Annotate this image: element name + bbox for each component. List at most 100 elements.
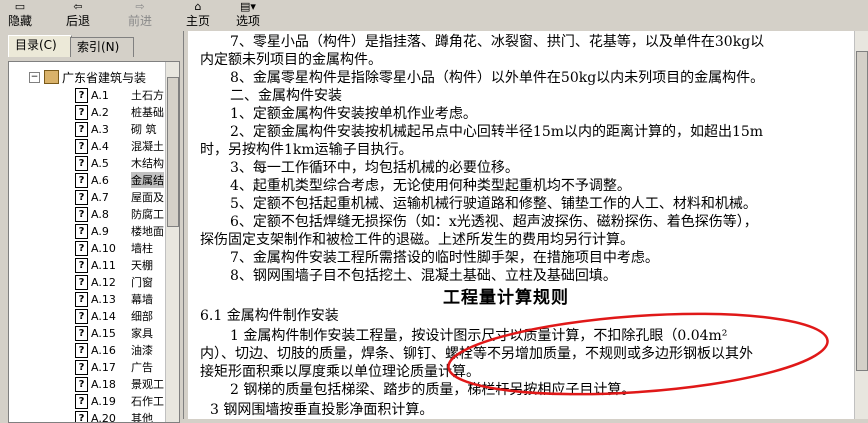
home-icon: ⌂ xyxy=(180,0,216,14)
help-page-icon: ? xyxy=(75,105,88,120)
tree-item[interactable]: ?A.7屋面及 xyxy=(75,189,164,205)
text-line: 6、定额不包括焊缝无损探伤（如：x光透视、超声波探伤、磁粉探伤、着色探伤等）， xyxy=(230,213,758,231)
tree-item-label: 家具 xyxy=(131,325,153,341)
help-page-icon: ? xyxy=(75,275,88,290)
tree-item[interactable]: ?A.17广告 xyxy=(75,359,153,375)
help-page-icon: ? xyxy=(75,156,88,171)
document-content: 7、零星小品（构件）是指挂落、蹲角花、冰裂窗、拱门、花基等，以及单件在30kg以… xyxy=(188,31,854,419)
tree-item[interactable]: ?A.18景观工 xyxy=(75,376,164,392)
red-annotation-ellipse xyxy=(438,306,838,406)
tree-item[interactable]: ?A.10墙柱 xyxy=(75,240,153,256)
tree-item-label: 油漆 xyxy=(131,342,153,358)
tree-item-code: A.18 xyxy=(91,378,131,391)
help-page-icon: ? xyxy=(75,207,88,222)
rules-heading: 工程量计算规则 xyxy=(443,283,569,308)
tree-item-code: A.3 xyxy=(91,123,131,136)
help-page-icon: ? xyxy=(75,411,88,423)
tree-root[interactable]: − 广东省建筑与装 xyxy=(29,69,146,85)
tree-item-label: 门窗 xyxy=(131,274,153,290)
back-arrow-icon: ⇦ xyxy=(60,0,96,14)
tree-scrollbar[interactable] xyxy=(165,62,180,422)
tree-item-label: 楼地面 xyxy=(131,223,164,239)
section-heading: 二、金属构件安装 xyxy=(230,87,342,105)
text-line: 5、定额不包括起重机械、运输机械行驶道路和修整、铺垫工作的人工、材料和机械。 xyxy=(230,195,757,213)
tree-item[interactable]: ?A.4混凝土 xyxy=(75,138,164,154)
tab-index[interactable]: 索引(N) xyxy=(70,37,134,57)
tree-item-label: 防腐工 xyxy=(131,206,164,222)
tree-item[interactable]: ?A.8防腐工 xyxy=(75,206,164,222)
forward-arrow-icon: ⇨ xyxy=(122,0,158,14)
tree-item-label: 土石方 xyxy=(131,87,164,103)
tree-item[interactable]: ?A.12门窗 xyxy=(75,274,153,290)
tree-item[interactable]: ?A.20其他 xyxy=(75,410,153,423)
home-button[interactable]: ⌂ 主页 xyxy=(180,0,216,30)
tree-item[interactable]: ?A.9楼地面 xyxy=(75,223,164,239)
help-page-icon: ? xyxy=(75,88,88,103)
tree-item-label: 天棚 xyxy=(131,257,153,273)
tree-item-code: A.2 xyxy=(91,106,131,119)
tree-item-code: A.1 xyxy=(91,89,131,102)
tree-item-code: A.15 xyxy=(91,327,131,340)
help-page-icon: ? xyxy=(75,241,88,256)
tree-item-label: 其他 xyxy=(131,410,153,423)
tree-item-code: A.4 xyxy=(91,140,131,153)
tree-item-code: A.19 xyxy=(91,395,131,408)
tree-item-label: 景观工 xyxy=(131,376,164,392)
tree-item-code: A.14 xyxy=(91,310,131,323)
tree-item-code: A.17 xyxy=(91,361,131,374)
text-line: 4、起重机类型综合考虑，无论使用何种类型起重机均不予调整。 xyxy=(230,177,631,195)
tree-item-code: A.9 xyxy=(91,225,131,238)
tree-item-code: A.12 xyxy=(91,276,131,289)
options-button[interactable]: ▤▾ 选项 xyxy=(226,0,270,30)
tree-item-code: A.6 xyxy=(91,174,131,187)
tree-item-code: A.13 xyxy=(91,293,131,306)
help-page-icon: ? xyxy=(75,224,88,239)
help-page-icon: ? xyxy=(75,173,88,188)
tree-item-code: A.20 xyxy=(91,412,131,423)
book-icon xyxy=(44,70,59,84)
content-scrollbar-thumb[interactable] xyxy=(856,51,868,371)
toolbar: ▭ 隐藏 ⇦ 后退 ⇨ 前进 ⌂ 主页 ▤▾ 选项 xyxy=(0,0,868,30)
help-page-icon: ? xyxy=(75,258,88,273)
tab-contents[interactable]: 目录(C) xyxy=(8,35,72,57)
back-button[interactable]: ⇦ 后退 xyxy=(60,0,96,30)
tree-item-label: 桩基础 xyxy=(131,104,164,120)
tree-item-code: A.11 xyxy=(91,259,131,272)
text-line: 2、定额金属构件安装按机械起吊点中心回转半径15m以内的距离计算的，如超出15m xyxy=(230,123,763,141)
tree-item[interactable]: ?A.19石作工 xyxy=(75,393,164,409)
tree-item[interactable]: ?A.1土石方 xyxy=(75,87,164,103)
tree-item[interactable]: ?A.6金属结 xyxy=(75,172,164,188)
forward-button[interactable]: ⇨ 前进 xyxy=(122,0,158,30)
help-page-icon: ? xyxy=(75,394,88,409)
tree-item[interactable]: ?A.16油漆 xyxy=(75,342,153,358)
text-line: 7、金属构件安装工程所需搭设的临时性脚手架，在措施项目中考虑。 xyxy=(230,249,659,267)
tree-scrollbar-thumb[interactable] xyxy=(167,77,179,227)
tree-item-label: 幕墙 xyxy=(131,291,153,307)
navigation-pane: 目录(C) 索引(N) − 广东省建筑与装 ?A.1土石方?A.2桩基础?A.3… xyxy=(0,31,184,419)
collapse-icon[interactable]: − xyxy=(29,72,40,83)
tree-item[interactable]: ?A.13幕墙 xyxy=(75,291,153,307)
contents-tree[interactable]: − 广东省建筑与装 ?A.1土石方?A.2桩基础?A.3砌 筑?A.4混凝土?A… xyxy=(8,61,180,423)
tree-item-label: 木结构 xyxy=(131,155,164,171)
content-scrollbar[interactable] xyxy=(854,31,868,419)
help-page-icon: ? xyxy=(75,377,88,392)
rule-section-title: 6.1 金属构件制作安装 xyxy=(200,307,339,325)
tree-item[interactable]: ?A.3砌 筑 xyxy=(75,121,157,137)
help-page-icon: ? xyxy=(75,309,88,324)
help-page-icon: ? xyxy=(75,326,88,341)
text-line: 内定额未列项目的金属构件。 xyxy=(200,51,382,69)
tree-item-label: 金属结 xyxy=(131,172,164,188)
tree-item-label: 广告 xyxy=(131,359,153,375)
tree-item-code: A.8 xyxy=(91,208,131,221)
hide-button[interactable]: ▭ 隐藏 xyxy=(2,0,38,30)
tree-item[interactable]: ?A.5木结构 xyxy=(75,155,164,171)
tree-item[interactable]: ?A.15家具 xyxy=(75,325,153,341)
options-icon: ▤▾ xyxy=(226,0,270,14)
text-line: 7、零星小品（构件）是指挂落、蹲角花、冰裂窗、拱门、花基等，以及单件在30kg以 xyxy=(230,33,764,51)
text-line: 8、金属零星构件是指除零星小品（构件）以外单件在50kg以内未列项目的金属构件。 xyxy=(230,69,764,87)
text-line: 3、每一工作循环中，均包括机械的必要位移。 xyxy=(230,159,519,177)
tree-item[interactable]: ?A.2桩基础 xyxy=(75,104,164,120)
tree-item[interactable]: ?A.14细部 xyxy=(75,308,153,324)
help-page-icon: ? xyxy=(75,190,88,205)
tree-item[interactable]: ?A.11天棚 xyxy=(75,257,153,273)
